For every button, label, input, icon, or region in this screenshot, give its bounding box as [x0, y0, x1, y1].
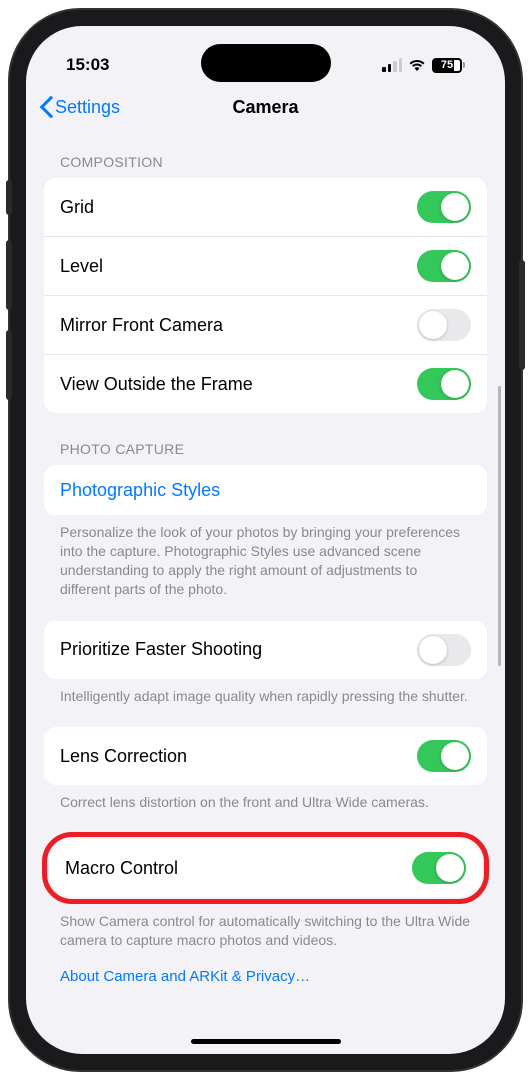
styles-footer: Personalize the look of your photos by b… — [44, 515, 487, 599]
status-time: 15:03 — [66, 55, 109, 75]
about-link[interactable]: About Camera and ARKit & Privacy… — [44, 950, 487, 985]
styles-label: Photographic Styles — [60, 480, 220, 501]
lens-label: Lens Correction — [60, 746, 187, 767]
prioritize-card: Prioritize Faster Shooting — [44, 621, 487, 679]
volume-up-button — [6, 240, 12, 310]
page-title: Camera — [232, 97, 298, 118]
battery-percent: 75 — [441, 59, 453, 71]
battery-icon: 75 — [432, 58, 465, 73]
screen: 15:03 75 — [26, 26, 505, 1054]
settings-content[interactable]: COMPOSITION Grid Level Mirror Front Came… — [26, 132, 505, 1030]
lens-toggle[interactable] — [417, 740, 471, 772]
scrollbar[interactable] — [498, 386, 501, 666]
row-mirror: Mirror Front Camera — [44, 296, 487, 355]
home-indicator[interactable] — [191, 1039, 341, 1044]
mirror-toggle[interactable] — [417, 309, 471, 341]
outside-toggle[interactable] — [417, 368, 471, 400]
outside-label: View Outside the Frame — [60, 374, 253, 395]
level-toggle[interactable] — [417, 250, 471, 282]
styles-card: Photographic Styles — [44, 465, 487, 515]
prioritize-footer: Intelligently adapt image quality when r… — [44, 679, 487, 706]
volume-down-button — [6, 330, 12, 400]
prioritize-toggle[interactable] — [417, 634, 471, 666]
wifi-icon — [408, 58, 426, 72]
macro-footer: Show Camera control for automatically sw… — [44, 904, 487, 950]
section-header-composition: COMPOSITION — [44, 132, 487, 178]
back-label: Settings — [55, 97, 120, 118]
dynamic-island — [201, 44, 331, 82]
lens-footer: Correct lens distortion on the front and… — [44, 785, 487, 812]
chevron-left-icon — [40, 96, 53, 118]
grid-label: Grid — [60, 197, 94, 218]
macro-card: Macro Control — [49, 839, 482, 897]
grid-toggle[interactable] — [417, 191, 471, 223]
row-grid: Grid — [44, 178, 487, 237]
row-prioritize: Prioritize Faster Shooting — [44, 621, 487, 679]
highlight-annotation: Macro Control — [42, 832, 489, 904]
phone-frame: 15:03 75 — [10, 10, 521, 1070]
macro-label: Macro Control — [65, 858, 178, 879]
row-macro: Macro Control — [49, 839, 482, 897]
mirror-label: Mirror Front Camera — [60, 315, 223, 336]
status-indicators: 75 — [382, 58, 465, 73]
nav-bar: Settings Camera — [26, 86, 505, 132]
lens-card: Lens Correction — [44, 727, 487, 785]
back-button[interactable]: Settings — [40, 96, 120, 118]
prioritize-label: Prioritize Faster Shooting — [60, 639, 262, 660]
macro-toggle[interactable] — [412, 852, 466, 884]
section-header-photo-capture: PHOTO CAPTURE — [44, 413, 487, 465]
cellular-signal-icon — [382, 58, 402, 72]
row-photographic-styles[interactable]: Photographic Styles — [44, 465, 487, 515]
row-lens: Lens Correction — [44, 727, 487, 785]
row-view-outside: View Outside the Frame — [44, 355, 487, 413]
composition-card: Grid Level Mirror Front Camera View Outs… — [44, 178, 487, 413]
power-button — [519, 260, 525, 370]
row-level: Level — [44, 237, 487, 296]
level-label: Level — [60, 256, 103, 277]
side-button — [6, 180, 12, 215]
